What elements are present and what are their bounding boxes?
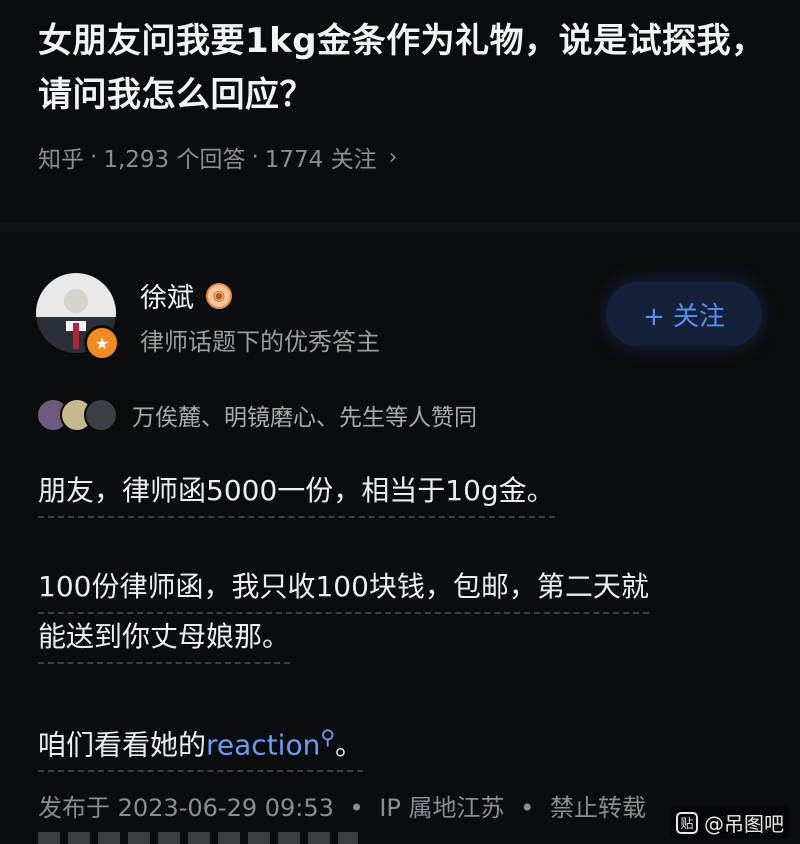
- voter-avatar: [84, 398, 118, 432]
- keyword-link[interactable]: reaction: [206, 728, 320, 761]
- cut-off-text: [38, 832, 358, 844]
- author-name-row: 徐斌 ◉: [140, 276, 232, 315]
- chevron-right-icon[interactable]: ›: [389, 145, 398, 170]
- eye-badge-icon: ◉: [206, 282, 232, 309]
- question-title[interactable]: 女朋友问我要1kg金条作为礼物，说是试探我，请问我怎么回应？: [38, 14, 778, 122]
- answer-paragraph-3: 咱们看看她的reaction⚲。: [38, 714, 768, 773]
- answer-text-line: 咱们看看她的reaction⚲。: [38, 714, 363, 773]
- answer-paragraph-1: 朋友，律师函5000一份，相当于10g金。: [38, 468, 768, 518]
- watermark: 贴 @吊图吧: [670, 806, 790, 839]
- answer-text: 。: [334, 728, 363, 762]
- separator: •: [520, 794, 535, 822]
- section-divider: [0, 222, 800, 232]
- answer-text: 100份律师函，我只收100块钱，包邮，第二天就: [38, 564, 649, 614]
- repost-policy: 禁止转载: [549, 794, 646, 822]
- followers-count: 1774 关注: [264, 147, 377, 173]
- follow-button[interactable]: + 关注: [606, 282, 762, 346]
- publish-date: 发布于 2023-06-29 09:53: [38, 794, 334, 822]
- separator: •: [349, 794, 364, 822]
- answer-text: 咱们看看她的: [38, 728, 207, 762]
- source-label: 知乎: [38, 147, 84, 173]
- voter-avatars: [36, 398, 118, 432]
- answer-paragraph-2: 100份律师函，我只收100块钱，包邮，第二天就 能送到你丈母娘那。: [38, 564, 768, 664]
- search-icon[interactable]: ⚲: [320, 725, 335, 749]
- star-badge-icon: ★: [84, 325, 120, 361]
- answers-count: 1,293 个回答: [103, 147, 246, 173]
- tieba-logo-icon: 贴: [676, 811, 698, 834]
- ip-location: IP 属地江苏: [379, 794, 505, 822]
- question-header: 女朋友问我要1kg金条作为礼物，说是试探我，请问我怎么回应？ 知乎 · 1,29…: [38, 14, 778, 174]
- publish-info: 发布于 2023-06-29 09:53 • IP 属地江苏 • 禁止转载: [38, 788, 646, 823]
- upvoters-row[interactable]: 万俟麓、明镜磨心、先生等人赞同: [36, 398, 477, 432]
- watermark-text: @吊图吧: [704, 812, 784, 836]
- answer-text: 能送到你丈母娘那。: [38, 614, 291, 664]
- author-name[interactable]: 徐斌: [140, 276, 194, 315]
- answer-text: 朋友，律师函5000一份，相当于10g金。: [38, 468, 555, 518]
- meta-dot: ·: [90, 144, 98, 170]
- author-description: 律师话题下的优秀答主: [140, 328, 380, 356]
- question-meta[interactable]: 知乎 · 1,293 个回答 · 1774 关注 ›: [38, 140, 778, 174]
- meta-dot: ·: [251, 144, 259, 170]
- upvoters-text: 万俟麓、明镜磨心、先生等人赞同: [132, 405, 477, 431]
